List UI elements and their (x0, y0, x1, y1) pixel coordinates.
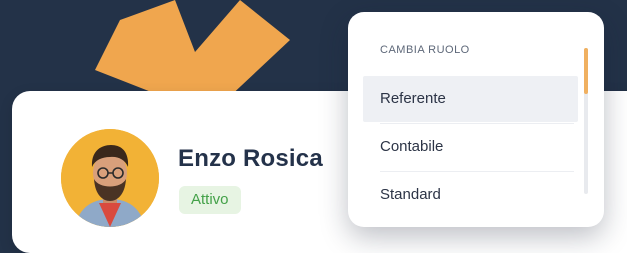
scrollbar-thumb[interactable] (584, 48, 588, 94)
user-name: Enzo Rosica (178, 145, 323, 172)
avatar (61, 129, 159, 227)
dropdown-header: CAMBIA RUOLO (380, 44, 470, 56)
role-option-contabile[interactable]: Contabile (363, 124, 578, 170)
role-option-referente[interactable]: Referente (363, 76, 578, 122)
role-dropdown: CAMBIA RUOLO Referente Contabile Standar… (348, 12, 604, 227)
scrollbar[interactable] (584, 48, 588, 194)
status-badge: Attivo (179, 186, 241, 214)
role-option-standard[interactable]: Standard (363, 172, 578, 218)
